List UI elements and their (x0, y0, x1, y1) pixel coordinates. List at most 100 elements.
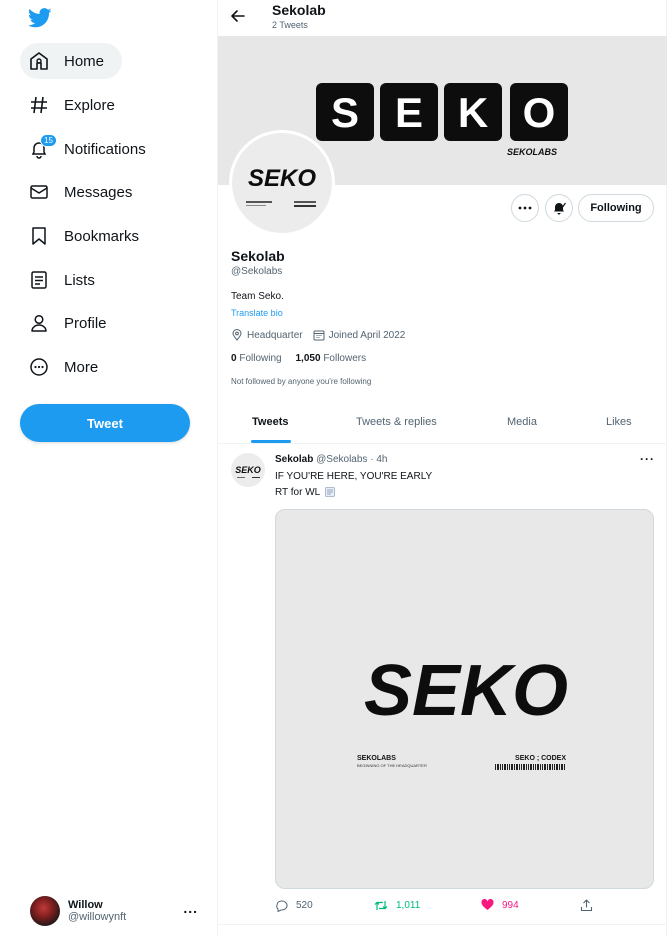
more-options-button[interactable] (511, 194, 539, 222)
profile-column: Sekolab 2 Tweets S E K O SEKOLABS SEKO F… (218, 0, 667, 936)
notify-button[interactable] (545, 194, 573, 222)
nav-label-messages: Messages (64, 183, 133, 201)
svg-text:BEGINNING OF THE HEADQUARTER: BEGINNING OF THE HEADQUARTER (357, 763, 427, 768)
home-icon (28, 50, 50, 72)
tweet-more-icon[interactable]: ··· (640, 452, 655, 466)
profile-meta: Headquarter Joined April 2022 (231, 329, 415, 341)
nav-more[interactable]: More (20, 349, 116, 385)
avatar[interactable]: SEKO (231, 453, 265, 487)
heart-icon (481, 899, 494, 910)
following-link[interactable]: 0 Following (231, 353, 282, 364)
tweet[interactable]: SEKO Sekolab @Sekolabs · 4h ··· IF YOU'R… (218, 444, 667, 925)
tab-tweets[interactable]: Tweets (252, 416, 288, 428)
svg-text:SEKOLABS: SEKOLABS (507, 147, 557, 157)
bell-check-icon (554, 202, 566, 215)
tab-likes[interactable]: Likes (606, 416, 632, 428)
tweet-text-line: RT for WL (275, 486, 336, 498)
reply-icon (276, 900, 288, 912)
profile-bio: Team Seko. (231, 291, 284, 302)
svg-text:E: E (395, 89, 423, 136)
seko-avatar-logo: SEKO (235, 465, 261, 478)
back-arrow-icon[interactable] (230, 8, 246, 24)
translate-bio-link[interactable]: Translate bio (231, 308, 283, 318)
tweet-time[interactable]: · 4h (370, 454, 387, 465)
follow-counts: 0 Following 1,050 Followers (231, 353, 366, 364)
notification-badge: 15 (40, 134, 57, 147)
list-icon (28, 269, 50, 291)
reply-count: 520 (296, 900, 313, 911)
more-circle-icon (28, 356, 50, 378)
profile-avatar[interactable]: SEKO (229, 130, 335, 236)
nav-messages[interactable]: Messages (20, 174, 150, 210)
retweet-button[interactable]: 1,011 (374, 899, 420, 912)
svg-text:SEKO: SEKO (235, 465, 261, 475)
tab-tweets-replies[interactable]: Tweets & replies (356, 416, 437, 428)
avatar (30, 896, 60, 926)
like-count: 994 (502, 899, 519, 911)
retweet-count: 1,011 (396, 900, 421, 911)
profile-name: Sekolab (231, 248, 285, 264)
tweet-header: Sekolab @Sekolabs · 4h (275, 454, 387, 465)
scroll-emoji-icon (325, 487, 336, 497)
calendar-icon (313, 330, 325, 341)
tweet-actions: 520 1,011 994 (275, 899, 605, 915)
share-icon (580, 899, 593, 912)
svg-text:SEKOLABS: SEKOLABS (357, 755, 396, 762)
svg-text:K: K (458, 89, 488, 136)
profile-joined: Joined April 2022 (328, 329, 406, 341)
page-title: Sekolab (272, 2, 326, 18)
hashtag-icon (28, 94, 50, 116)
nav-label-profile: Profile (64, 314, 107, 332)
retweet-icon (374, 901, 388, 910)
svg-text:S: S (331, 89, 359, 136)
more-dots-icon (518, 206, 532, 210)
profile-tabs: Tweets Tweets & replies Media Likes (218, 402, 667, 444)
tweet-image[interactable]: SEKO SEKOLABS BEGINNING OF THE HEADQUART… (275, 509, 654, 889)
tab-media[interactable]: Media (507, 416, 537, 428)
nav-home[interactable]: Home (20, 43, 123, 79)
svg-text:O: O (523, 89, 556, 136)
profile-header-bar: Sekolab 2 Tweets (218, 0, 667, 36)
tweet-text-line: IF YOU'RE HERE, YOU'RE EARLY (275, 471, 433, 482)
svg-text:SEKO ; CODEX: SEKO ; CODEX (515, 755, 566, 762)
nav-notifications[interactable]: 15 Notifications (20, 131, 164, 167)
nav-label-bookmarks: Bookmarks (64, 227, 140, 245)
profile-handle: @Sekolabs (231, 266, 283, 277)
sidebar: Home Explore 15 Notifications Messages B… (0, 0, 218, 936)
bell-icon: 15 (28, 134, 57, 160)
svg-text:SEKO: SEKO (248, 165, 316, 192)
nav-explore[interactable]: Explore (20, 87, 133, 123)
nav-bookmarks[interactable]: Bookmarks (20, 218, 157, 254)
account-name: Willow (68, 899, 103, 911)
more-dots-icon[interactable]: ... (183, 900, 198, 916)
nav-label-more: More (64, 358, 99, 376)
seko-avatar-logo: SEKO (246, 165, 316, 207)
nav-lists[interactable]: Lists (20, 262, 113, 298)
nav-label-home: Home (64, 52, 105, 70)
seko-poster: SEKO SEKOLABS BEGINNING OF THE HEADQUART… (357, 651, 568, 770)
account-switcher[interactable]: Willow @willowynft ... (30, 894, 210, 928)
nav-label-lists: Lists (64, 271, 95, 289)
tweet-author-handle[interactable]: @Sekolabs (316, 454, 367, 465)
tweet-count: 2 Tweets (272, 20, 308, 30)
like-button[interactable]: 994 (481, 899, 519, 911)
following-button[interactable]: Following (578, 194, 654, 222)
tweet-author-name[interactable]: Sekolab (275, 454, 313, 465)
reply-button[interactable]: 520 (275, 899, 313, 912)
profile-location: Headquarter (247, 329, 303, 341)
followed-by-note: Not followed by anyone you're following (231, 377, 372, 386)
nav-label-explore: Explore (64, 96, 115, 114)
bookmark-icon (28, 225, 50, 247)
twitter-bird-icon[interactable] (28, 8, 52, 28)
followers-link[interactable]: 1,050 Followers (296, 353, 367, 364)
active-tab-indicator (251, 440, 291, 443)
location-icon (232, 329, 242, 341)
account-handle: @willowynft (68, 911, 127, 923)
seko-banner-logo: S E K O SEKOLABS (316, 83, 568, 157)
mail-icon (28, 181, 50, 203)
nav-label-notifications: Notifications (64, 140, 146, 158)
nav-profile[interactable]: Profile (20, 305, 125, 341)
svg-text:SEKO: SEKO (364, 651, 568, 731)
share-button[interactable] (580, 899, 601, 912)
tweet-button[interactable]: Tweet (20, 404, 190, 442)
